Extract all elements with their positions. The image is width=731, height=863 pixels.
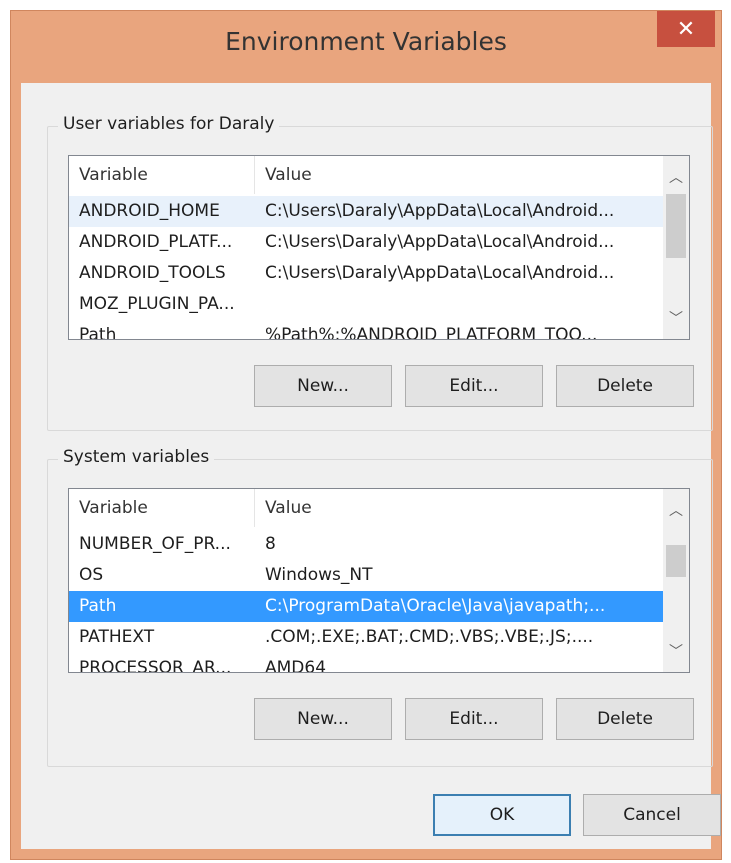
row-variable: PATHEXT (79, 627, 155, 647)
row-variable: PROCESSOR_AR... (79, 658, 232, 673)
row-value: %Path%;%ANDROID_PLATFORM_TOO... (265, 325, 598, 340)
environment-variables-window: Environment Variables ✕ User variables f… (10, 10, 722, 860)
user-header-variable[interactable]: Variable (69, 156, 255, 194)
table-row[interactable]: PATHEXT .COM;.EXE;.BAT;.CMD;.VBS;.VBE;.J… (69, 622, 663, 653)
row-variable: ANDROID_HOME (79, 201, 220, 221)
scroll-thumb[interactable] (666, 545, 686, 577)
table-row[interactable]: Path %Path%;%ANDROID_PLATFORM_TOO... (69, 320, 663, 340)
row-variable: ANDROID_TOOLS (79, 263, 226, 283)
table-row[interactable]: PROCESSOR_AR... AMD64 (69, 653, 663, 673)
row-variable: OS (79, 565, 104, 585)
system-variables-group: System variables Variable Value NUMBER_O… (47, 447, 713, 767)
ok-button[interactable]: OK (433, 794, 571, 836)
close-icon: ✕ (676, 16, 696, 42)
system-new-button[interactable]: New... (254, 698, 392, 740)
chevron-down-icon[interactable]: ﹀ (663, 305, 689, 331)
system-header-value[interactable]: Value (255, 489, 663, 527)
user-list-scrollbar[interactable]: ︿ ﹀ (663, 156, 689, 339)
system-variables-label: System variables (58, 447, 215, 467)
system-list-header: Variable Value (69, 489, 663, 527)
row-variable: ANDROID_PLATF... (79, 232, 233, 252)
row-variable: Path (79, 596, 117, 616)
table-row[interactable]: NUMBER_OF_PR... 8 (69, 529, 663, 560)
user-list-header: Variable Value (69, 156, 663, 194)
table-row-selected[interactable]: Path C:\ProgramData\Oracle\Java\javapath… (69, 591, 663, 622)
row-value: Windows_NT (265, 565, 373, 585)
row-value: C:\Users\Daraly\AppData\Local\Android... (265, 201, 615, 221)
row-value: C:\Users\Daraly\AppData\Local\Android... (265, 263, 615, 283)
user-new-button[interactable]: New... (254, 365, 392, 407)
row-value: .COM;.EXE;.BAT;.CMD;.VBS;.VBE;.JS;.... (265, 627, 594, 647)
row-value: C:\Users\Daraly\AppData\Local\Android... (265, 232, 615, 252)
cancel-button[interactable]: Cancel (583, 794, 721, 836)
user-edit-button[interactable]: Edit... (405, 365, 543, 407)
dialog-client-area: User variables for Daraly Variable Value… (21, 83, 721, 849)
system-list-rows: NUMBER_OF_PR... 8 OS Windows_NT Path C:\… (69, 529, 663, 672)
table-row[interactable]: ANDROID_PLATF... C:\Users\Daraly\AppData… (69, 227, 663, 258)
system-variables-list[interactable]: Variable Value NUMBER_OF_PR... 8 OS Wind… (68, 488, 690, 673)
scroll-thumb[interactable] (666, 194, 686, 258)
row-value: 8 (265, 534, 276, 554)
system-list-scrollbar[interactable]: ︿ ﹀ (663, 489, 689, 672)
table-row[interactable]: ANDROID_HOME C:\Users\Daraly\AppData\Loc… (69, 196, 663, 227)
user-variables-list[interactable]: Variable Value ANDROID_HOME C:\Users\Dar… (68, 155, 690, 340)
table-row[interactable]: OS Windows_NT (69, 560, 663, 591)
user-variables-label: User variables for Daraly (58, 114, 280, 134)
chevron-up-icon[interactable]: ︿ (663, 497, 689, 523)
user-delete-button[interactable]: Delete (556, 365, 694, 407)
system-delete-button[interactable]: Delete (556, 698, 694, 740)
table-row[interactable]: MOZ_PLUGIN_PA... (69, 289, 663, 320)
user-list-rows: ANDROID_HOME C:\Users\Daraly\AppData\Loc… (69, 196, 663, 339)
window-title: Environment Variables (225, 27, 507, 56)
user-variables-group: User variables for Daraly Variable Value… (47, 114, 713, 431)
system-header-variable[interactable]: Variable (69, 489, 255, 527)
row-variable: Path (79, 325, 117, 340)
close-button[interactable]: ✕ (657, 11, 715, 47)
user-header-value[interactable]: Value (255, 156, 663, 194)
row-variable: MOZ_PLUGIN_PA... (79, 294, 235, 314)
system-edit-button[interactable]: Edit... (405, 698, 543, 740)
table-row[interactable]: ANDROID_TOOLS C:\Users\Daraly\AppData\Lo… (69, 258, 663, 289)
chevron-down-icon[interactable]: ﹀ (663, 638, 689, 664)
row-value: AMD64 (265, 658, 327, 673)
row-value: C:\ProgramData\Oracle\Java\javapath;... (265, 596, 606, 616)
row-variable: NUMBER_OF_PR... (79, 534, 231, 554)
chevron-up-icon[interactable]: ︿ (663, 164, 689, 190)
